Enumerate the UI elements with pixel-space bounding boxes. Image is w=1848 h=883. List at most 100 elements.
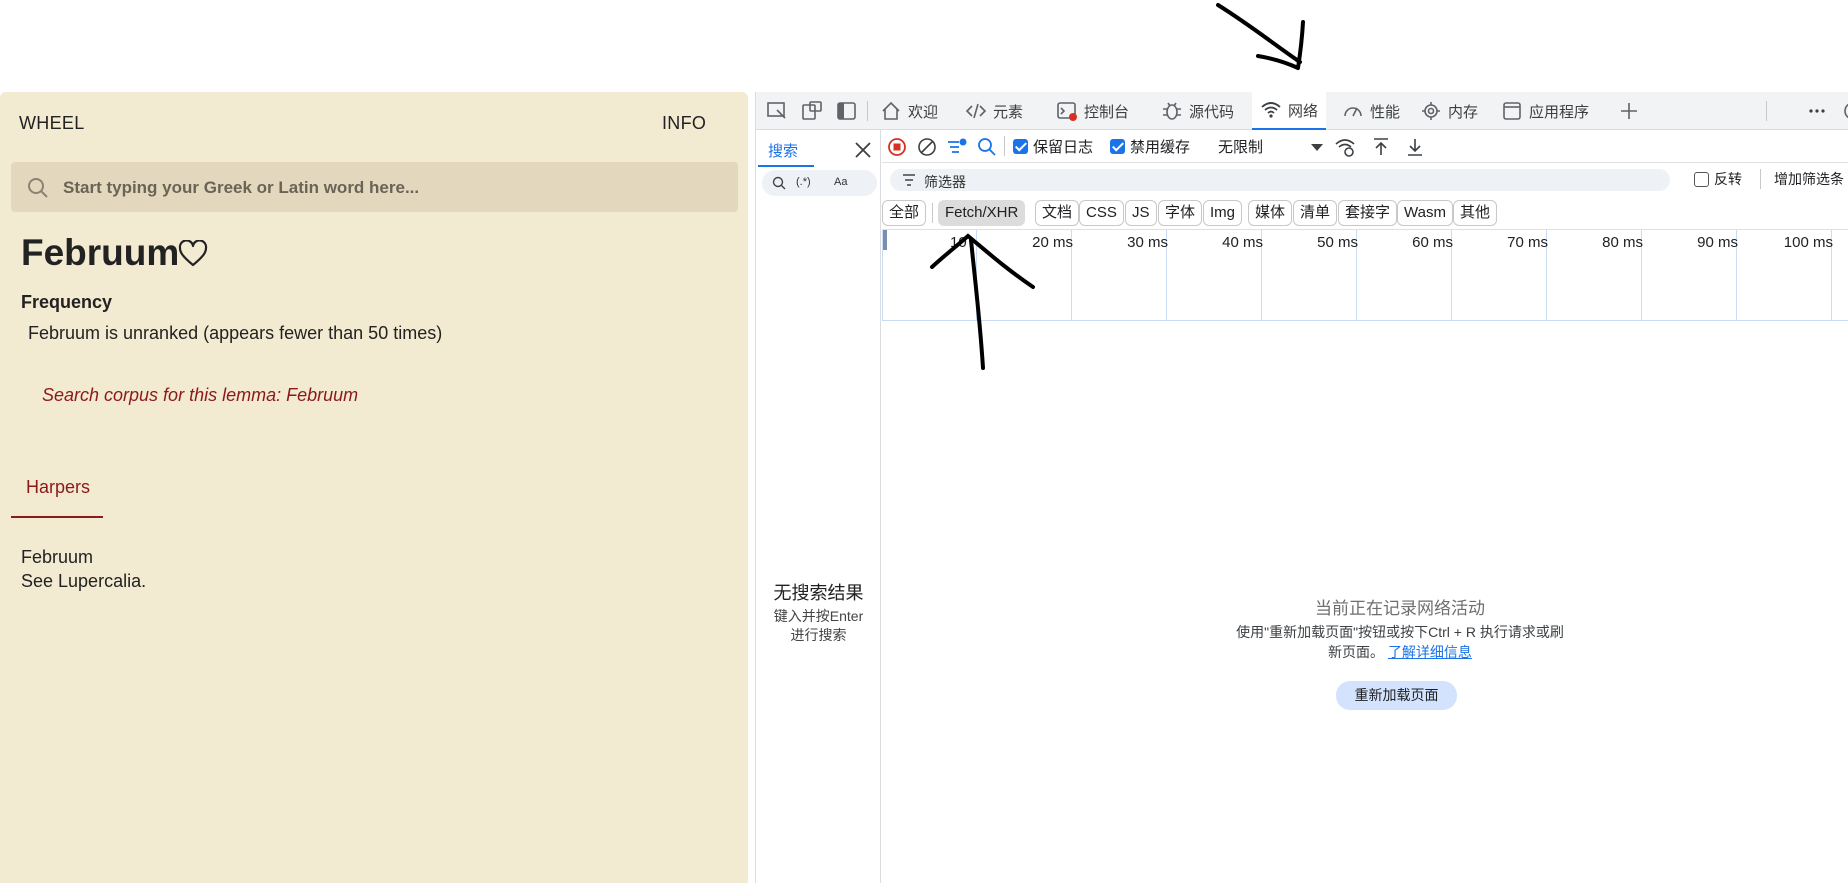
lexicon-app: WHEEL INFO Start typing your Greek or La… — [0, 92, 748, 883]
tab-application-label: 应用程序 — [1529, 103, 1590, 121]
filter-icon — [903, 174, 915, 186]
tab-welcome[interactable]: 欢迎 — [880, 92, 938, 130]
filter-wasm[interactable]: Wasm — [1397, 200, 1453, 226]
filter-media[interactable]: 媒体 — [1248, 200, 1293, 226]
tick-gridline — [882, 230, 883, 321]
tab-network[interactable]: 网络 — [1252, 92, 1327, 130]
learn-more-link[interactable]: 了解详细信息 — [1388, 644, 1472, 660]
wifi-icon — [1260, 99, 1282, 121]
filter-doc[interactable]: 文档 — [1035, 200, 1080, 226]
filter-websocket[interactable]: 套接字 — [1338, 200, 1398, 226]
frequency-text: Februum is unranked (appears fewer than … — [28, 323, 443, 343]
tab-welcome-label: 欢迎 — [908, 103, 939, 121]
regex-toggle[interactable]: (.*) — [796, 176, 811, 188]
recording-title: 当前正在记录网络活动 — [1315, 599, 1485, 618]
disable-cache-label: 禁用缓存 — [1130, 139, 1191, 156]
tab-console[interactable]: 控制台 — [1056, 92, 1129, 130]
more-filters-dropdown[interactable]: 增加筛选条 — [1774, 169, 1844, 189]
tab-network-label: 网络 — [1288, 102, 1319, 120]
invert-label: 反转 — [1714, 171, 1742, 187]
divider — [1760, 169, 1761, 189]
search-corpus-link[interactable]: Search corpus for this lemma: Februum — [42, 385, 358, 406]
filter-row: 筛选器 反转 增加筛选条 — [882, 163, 1848, 196]
search-hint-line: 进行搜索 — [790, 627, 847, 643]
more-options-icon[interactable] — [1806, 100, 1828, 122]
heart-icon[interactable] — [178, 240, 208, 267]
clear-icon[interactable] — [916, 136, 938, 158]
divider — [1766, 101, 1767, 121]
filter-input[interactable]: 筛选器 — [890, 169, 1670, 191]
tab-performance[interactable]: 性能 — [1342, 92, 1400, 130]
invert-check[interactable] — [1694, 171, 1709, 187]
filter-placeholder: 筛选器 — [924, 174, 966, 190]
filter-manifest[interactable]: 清单 — [1293, 200, 1338, 226]
chevron-down-icon[interactable] — [1306, 136, 1328, 158]
disable-cache-check[interactable] — [1110, 139, 1125, 154]
record-stop-icon[interactable] — [886, 136, 908, 158]
timeline-overview[interactable]: 10 20 ms 30 ms 40 ms 50 ms 60 ms 70 ms 8… — [882, 230, 1848, 321]
filter-font[interactable]: 字体 — [1158, 200, 1203, 226]
arrow-head — [1256, 20, 1305, 70]
tab-memory[interactable]: 内存 — [1420, 92, 1478, 130]
lemma-title: Februum — [21, 232, 180, 273]
memory-chip-icon — [1420, 100, 1442, 122]
reload-page-button[interactable]: 重新加载页面 — [1336, 681, 1457, 710]
search-hint: 键入并按Enter 进行搜索 — [756, 607, 881, 645]
home-icon — [880, 100, 902, 122]
close-icon[interactable] — [852, 139, 874, 161]
filter-css[interactable]: CSS — [1079, 200, 1124, 226]
tick-label: 50 ms — [1317, 234, 1358, 251]
brand-wheel[interactable]: WHEEL — [19, 113, 85, 134]
throttling-select[interactable]: 无限制 — [1218, 136, 1263, 157]
filter-all[interactable]: 全部 — [882, 200, 927, 226]
filter-js[interactable]: JS — [1125, 200, 1157, 226]
entry-body: See Lupercalia. — [21, 571, 147, 591]
no-search-results: 无搜索结果 — [773, 583, 864, 603]
bug-icon — [1161, 100, 1183, 122]
tab-application[interactable]: 应用程序 — [1501, 92, 1589, 130]
import-har-icon[interactable] — [1370, 136, 1392, 158]
export-har-icon[interactable] — [1404, 136, 1426, 158]
info-link[interactable]: INFO — [662, 113, 706, 134]
network-conditions-icon[interactable] — [1334, 136, 1356, 158]
tick-label: 80 ms — [1602, 234, 1643, 251]
console-icon — [1056, 100, 1078, 122]
preserve-log-checkbox[interactable]: 保留日志 — [1013, 136, 1093, 157]
tick-label: 40 ms — [1222, 234, 1263, 251]
search-query-input[interactable]: (.*) Aa — [762, 170, 877, 196]
search-icon — [28, 178, 48, 198]
frequency-heading: Frequency — [21, 292, 113, 312]
device-emulation-icon[interactable] — [801, 100, 823, 122]
filter-other[interactable]: 其他 — [1453, 200, 1498, 226]
tab-search[interactable]: 搜索 — [768, 140, 798, 161]
search-hint-line: 键入并按Enter — [773, 608, 864, 624]
more-filters-label: 增加筛选条 — [1774, 171, 1844, 187]
divider — [932, 203, 933, 223]
filter-img[interactable]: Img — [1203, 200, 1243, 226]
dock-side-icon[interactable] — [836, 100, 858, 122]
invert-checkbox[interactable]: 反转 — [1694, 169, 1742, 189]
match-case-toggle[interactable]: Aa — [834, 176, 847, 188]
tick-label: 20 ms — [1032, 234, 1073, 251]
screen: WHEEL INFO Start typing your Greek or La… — [0, 0, 1848, 883]
tab-sources[interactable]: 源代码 — [1161, 92, 1234, 130]
preserve-log-check[interactable] — [1013, 139, 1028, 154]
help-icon[interactable] — [1842, 100, 1848, 122]
recording-description: 使用"重新加载页面"按钮或按下Ctrl + R 执行请求或刷新页面。 了解详细信… — [1235, 622, 1565, 662]
resource-type-filters: 全部 Fetch/XHR 文档 CSS JS 字体 Img 媒体 清单 套接字 … — [882, 196, 1848, 230]
entry-headword: Februum — [21, 547, 94, 567]
throttling-value: 无限制 — [1218, 139, 1264, 156]
inspect-icon[interactable] — [766, 100, 788, 122]
disable-cache-checkbox[interactable]: 禁用缓存 — [1110, 136, 1190, 157]
tab-sources-label: 源代码 — [1189, 103, 1235, 121]
filter-settings-icon[interactable] — [946, 136, 968, 158]
tab-performance-label: 性能 — [1370, 103, 1401, 121]
code-icon — [965, 100, 987, 122]
add-tab-icon[interactable] — [1618, 100, 1640, 122]
word-search-input[interactable]: Start typing your Greek or Latin word he… — [11, 162, 738, 212]
search-icon[interactable] — [976, 136, 998, 158]
filter-fetch-xhr[interactable]: Fetch/XHR — [938, 200, 1026, 226]
search-placeholder: Start typing your Greek or Latin word he… — [63, 178, 420, 197]
tab-harpers[interactable]: Harpers — [11, 467, 103, 518]
tab-elements[interactable]: 元素 — [965, 92, 1023, 130]
